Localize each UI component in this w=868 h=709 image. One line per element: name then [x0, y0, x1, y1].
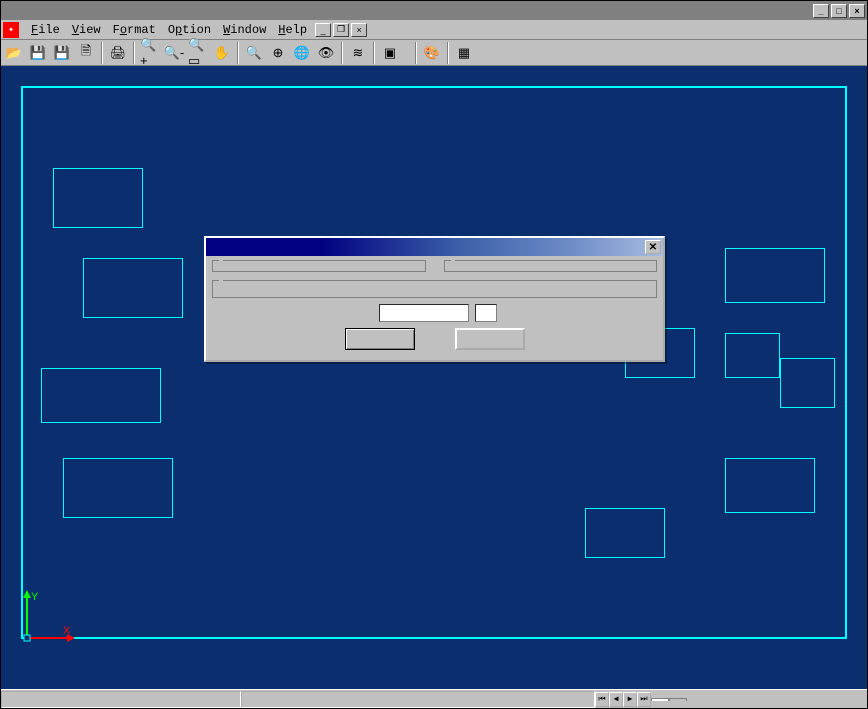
batch-icon[interactable]: 🗎	[75, 42, 97, 64]
select-color-dialog: ✕	[204, 236, 665, 362]
bg-button[interactable]	[403, 42, 411, 64]
ok-button[interactable]	[345, 328, 415, 350]
menu-window[interactable]: Window	[217, 21, 272, 39]
main-titlebar: _ □ ×	[1, 1, 867, 20]
menu-view[interactable]: View	[66, 21, 107, 39]
zoom-window-icon[interactable]: 🔍▭	[187, 42, 209, 64]
zoom-all-icon[interactable]: ⊕	[267, 42, 289, 64]
full-palette-group	[212, 280, 657, 298]
menu-file[interactable]: File	[25, 21, 66, 39]
close-button[interactable]: ×	[849, 4, 865, 18]
menu-format[interactable]: Format	[107, 21, 162, 39]
minimize-button[interactable]: _	[813, 4, 829, 18]
pan-icon[interactable]: ✋	[211, 42, 233, 64]
zoom-in-icon[interactable]: 🔍+	[139, 42, 161, 64]
saveas-icon[interactable]: 💾	[51, 42, 73, 64]
standard-colors-group	[212, 260, 426, 272]
save-icon[interactable]: 💾	[27, 42, 49, 64]
mdi-minimize-button[interactable]: _	[315, 23, 331, 37]
palette-icon[interactable]: ▦	[453, 42, 475, 64]
layers-icon[interactable]: ≋	[347, 42, 369, 64]
zoom-out-icon[interactable]: 🔍-	[163, 42, 185, 64]
menu-help[interactable]: Help	[272, 21, 313, 39]
drawing-canvas[interactable]: Y X ✕	[1, 66, 867, 689]
mdi-close-button[interactable]: ×	[351, 23, 367, 37]
cancel-button[interactable]	[455, 328, 525, 350]
view-icon[interactable]: 👁	[315, 42, 337, 64]
zoom-extents-icon[interactable]: 🔍	[243, 42, 265, 64]
selected-color-field[interactable]	[379, 304, 469, 322]
tab-dsize-plot[interactable]	[669, 698, 687, 701]
gray-shades-group	[444, 260, 658, 272]
mdi-restore-button[interactable]: ❐	[333, 23, 349, 37]
menubar: ✦ File View Format Option Window Help _ …	[1, 20, 867, 40]
tab-nav-first[interactable]: ⏮	[595, 692, 609, 707]
ucs-y-label: Y	[31, 591, 39, 603]
orbit-icon[interactable]: 🌐	[291, 42, 313, 64]
app-icon: ✦	[3, 22, 19, 38]
dialog-close-button[interactable]: ✕	[645, 240, 661, 254]
ucs-x-label: X	[63, 625, 71, 637]
tab-nav-prev[interactable]: ◀	[609, 692, 623, 707]
maximize-button[interactable]: □	[831, 4, 847, 18]
color-icon[interactable]: 🎨	[421, 42, 443, 64]
dialog-titlebar[interactable]: ✕	[206, 238, 663, 256]
floorplan	[21, 86, 847, 639]
selected-color-swatch	[475, 304, 497, 322]
tab-model[interactable]	[651, 698, 669, 701]
print-icon[interactable]: 🖨	[107, 42, 129, 64]
coords-readout	[1, 691, 241, 708]
toolbar: 📂 💾 💾 🗎 🖨 🔍+ 🔍- 🔍▭ ✋ 🔍 ⊕ 🌐 👁 ≋ ▣ 🎨 ▦	[1, 40, 867, 66]
tab-nav-last[interactable]: ⏭	[637, 692, 651, 707]
tab-nav-next[interactable]: ▶	[623, 692, 637, 707]
frame-icon[interactable]: ▣	[379, 42, 401, 64]
ucs-icon: Y X	[19, 586, 79, 649]
statusbar: ⏮ ◀ ▶ ⏭	[1, 689, 867, 708]
open-icon[interactable]: 📂	[3, 42, 25, 64]
